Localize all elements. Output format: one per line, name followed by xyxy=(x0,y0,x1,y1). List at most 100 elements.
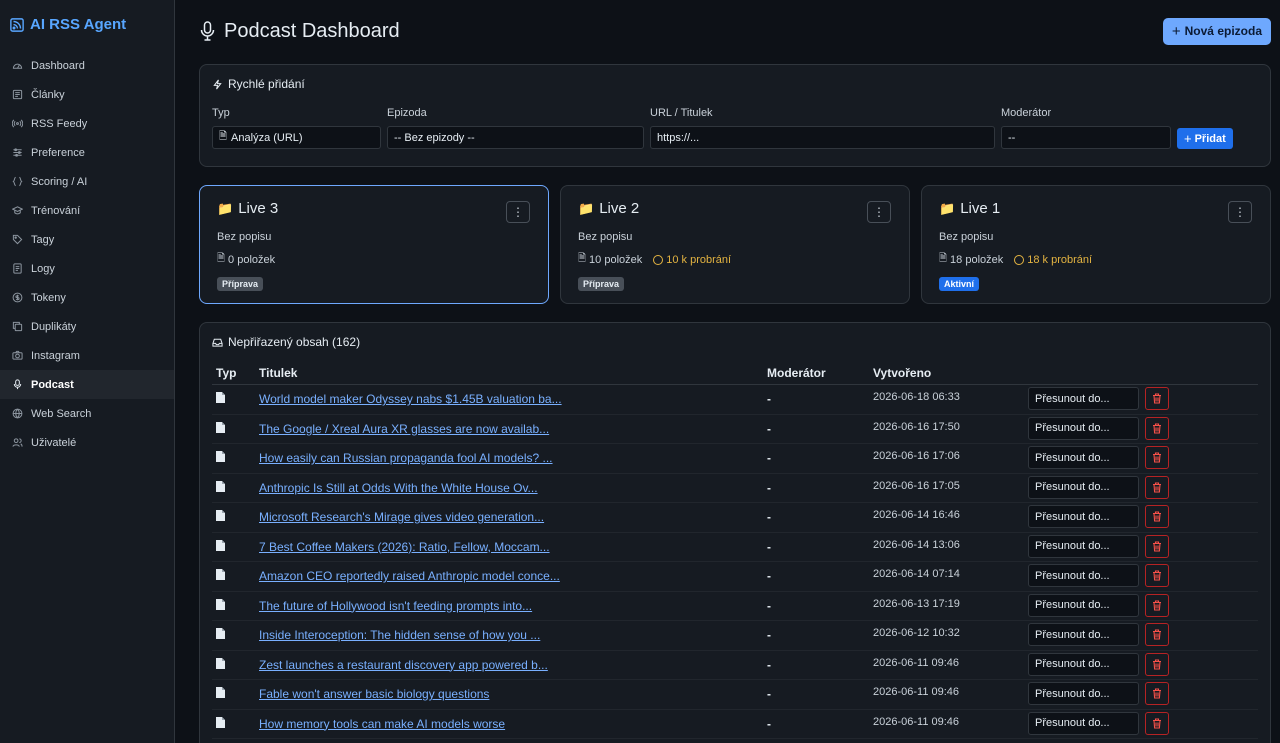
globe-icon xyxy=(12,408,23,419)
episode-card[interactable]: 📁 Live 3 ⋮ Bez popisu 🗎 0 položek Příprava xyxy=(199,185,549,304)
sidebar-item-u-ivatel-[interactable]: Uživatelé xyxy=(0,428,174,457)
article-title-link[interactable]: Zest launches a restaurant discovery app… xyxy=(259,658,548,672)
article-title-link[interactable]: Microsoft Research's Mirage gives video … xyxy=(259,510,544,524)
move-to-select[interactable]: Přesunout do... xyxy=(1028,564,1139,587)
delete-button[interactable] xyxy=(1145,593,1169,617)
episode-menu-button[interactable]: ⋮ xyxy=(506,201,530,223)
move-to-select[interactable]: Přesunout do... xyxy=(1028,505,1139,528)
article-title-link[interactable]: The Google / Xreal Aura XR glasses are n… xyxy=(259,422,549,436)
moderator-value: - xyxy=(767,480,771,495)
trash-icon xyxy=(1152,599,1162,611)
moderator-select[interactable]: -- xyxy=(1001,126,1171,149)
episode-select[interactable]: -- Bez epizody -- xyxy=(387,126,644,149)
sidebar-item-tokeny[interactable]: Tokeny xyxy=(0,283,174,312)
table-row: Fable won't answer basic biology questio… xyxy=(212,680,1258,710)
type-select[interactable]: 🗎 Analýza (URL) xyxy=(212,126,381,149)
sidebar-item-preference[interactable]: Preference xyxy=(0,138,174,167)
move-to-select[interactable]: Přesunout do... xyxy=(1028,711,1139,735)
move-to-select[interactable]: Přesunout do... xyxy=(1028,652,1139,676)
delete-button[interactable] xyxy=(1145,623,1169,646)
article-title-link[interactable]: The future of Hollywood isn't feeding pr… xyxy=(259,599,532,613)
sidebar-item-label: Scoring / AI xyxy=(31,175,88,188)
sidebar-item-web-search[interactable]: Web Search xyxy=(0,399,174,428)
episode-card[interactable]: 📁 Live 1 ⋮ Bez popisu 🗎 18 položek 18 k probrá… xyxy=(921,185,1271,304)
move-to-select[interactable]: Přesunout do... xyxy=(1028,593,1139,617)
tag-icon xyxy=(12,234,23,245)
table-row: Microsoft Research's Mirage gives video … xyxy=(212,503,1258,533)
sidebar-item-tagy[interactable]: Tagy xyxy=(0,225,174,254)
episode-menu-button[interactable]: ⋮ xyxy=(1228,201,1252,223)
folder-icon: 📁 xyxy=(217,200,234,216)
delete-button[interactable] xyxy=(1145,387,1169,410)
add-button[interactable]: + Přidat xyxy=(1177,128,1233,149)
delete-button[interactable] xyxy=(1145,652,1169,676)
braces-icon xyxy=(12,176,23,187)
document-icon xyxy=(216,657,225,669)
microphone-icon xyxy=(12,379,23,390)
broadcast-icon xyxy=(12,118,23,129)
delete-button[interactable] xyxy=(1145,505,1169,528)
delete-button[interactable] xyxy=(1145,711,1169,735)
new-episode-button[interactable]: + Nová epizoda xyxy=(1162,17,1271,45)
episode-card[interactable]: 📁 Live 2 ⋮ Bez popisu 🗎 10 položek 10 k probrá… xyxy=(560,185,910,304)
status-badge: Aktivní xyxy=(939,277,980,291)
article-title-link[interactable]: World model maker Odyssey nabs $1.45B va… xyxy=(259,392,562,406)
episode-pending-count: 10 k probrání xyxy=(653,254,731,266)
sidebar-item-dashboard[interactable]: Dashboard xyxy=(0,51,174,80)
move-to-select-value: Přesunout do... xyxy=(1035,451,1110,464)
episode-menu-button[interactable]: ⋮ xyxy=(867,201,891,223)
moderator-value: - xyxy=(767,598,771,613)
article-title-link[interactable]: Inside Interoception: The hidden sense o… xyxy=(259,628,540,642)
move-to-select[interactable]: Přesunout do... xyxy=(1028,387,1139,410)
delete-button[interactable] xyxy=(1145,682,1169,705)
quick-add-panel: Rychlé přidání Typ 🗎 Analýza (URL) Epizo… xyxy=(199,64,1271,167)
document-icon xyxy=(216,716,225,728)
delete-button[interactable] xyxy=(1145,416,1169,440)
article-title-link[interactable]: Amazon CEO reportedly raised Anthropic m… xyxy=(259,569,560,583)
url-input[interactable]: https://... xyxy=(650,126,995,149)
sidebar-item-duplik-ty[interactable]: Duplikáty xyxy=(0,312,174,341)
add-button-label: Přidat xyxy=(1194,132,1226,145)
app-title: AI RSS Agent xyxy=(30,16,127,33)
delete-button[interactable] xyxy=(1145,475,1169,499)
sidebar-item-logy[interactable]: Logy xyxy=(0,254,174,283)
article-title-link[interactable]: How memory tools can make AI models wors… xyxy=(259,717,505,731)
sidebar-item-instagram[interactable]: Instagram xyxy=(0,341,174,370)
episode-item-count: 🗎 18 položek xyxy=(939,251,1003,268)
move-to-select[interactable]: Přesunout do... xyxy=(1028,416,1139,440)
article-title-link[interactable]: How easily can Russian propaganda fool A… xyxy=(259,451,553,465)
move-to-select-value: Přesunout do... xyxy=(1035,569,1110,582)
sidebar-item-scoring-ai[interactable]: Scoring / AI xyxy=(0,167,174,196)
episode-pending-count: 18 k probrání xyxy=(1014,254,1092,266)
trash-icon xyxy=(1152,717,1162,729)
sidebar-item-tr-nov-n-[interactable]: Trénování xyxy=(0,196,174,225)
sidebar-item-label: Web Search xyxy=(31,407,92,420)
episode-description: Bez popisu xyxy=(217,231,272,243)
created-date: 2026-06-11 09:46 xyxy=(873,656,960,669)
brand[interactable]: AI RSS Agent xyxy=(0,0,174,51)
move-to-select[interactable]: Přesunout do... xyxy=(1028,475,1139,499)
delete-button[interactable] xyxy=(1145,446,1169,469)
episode-title-text: Live 1 xyxy=(960,200,1001,217)
url-field: URL / Titulek https://... xyxy=(650,107,995,149)
move-to-select[interactable]: Přesunout do... xyxy=(1028,446,1139,469)
created-date: 2026-06-16 17:06 xyxy=(873,450,960,462)
sidebar-item--l-nky[interactable]: Články xyxy=(0,80,174,109)
article-title-link[interactable]: Anthropic Is Still at Odds With the Whit… xyxy=(259,481,538,495)
move-to-select[interactable]: Přesunout do... xyxy=(1028,623,1139,646)
moderator-value: - xyxy=(767,539,771,554)
move-to-select[interactable]: Přesunout do... xyxy=(1028,534,1139,558)
status-badge: Příprava xyxy=(578,277,625,291)
sidebar-item-podcast[interactable]: Podcast xyxy=(0,370,174,399)
page-title: Podcast Dashboard xyxy=(199,20,400,43)
circle-icon xyxy=(653,254,664,265)
moderator-value: - xyxy=(767,392,771,406)
pending-count-text: 18 k probrání xyxy=(1027,253,1093,266)
article-title-link[interactable]: 7 Best Coffee Makers (2026): Ratio, Fell… xyxy=(259,540,550,554)
unassigned-title: Nepřiřazený obsah (162) xyxy=(212,335,1258,349)
delete-button[interactable] xyxy=(1145,564,1169,587)
sidebar-item-rss-feedy[interactable]: RSS Feedy xyxy=(0,109,174,138)
delete-button[interactable] xyxy=(1145,534,1169,558)
move-to-select[interactable]: Přesunout do... xyxy=(1028,682,1139,705)
article-title-link[interactable]: Fable won't answer basic biology questio… xyxy=(259,687,489,701)
